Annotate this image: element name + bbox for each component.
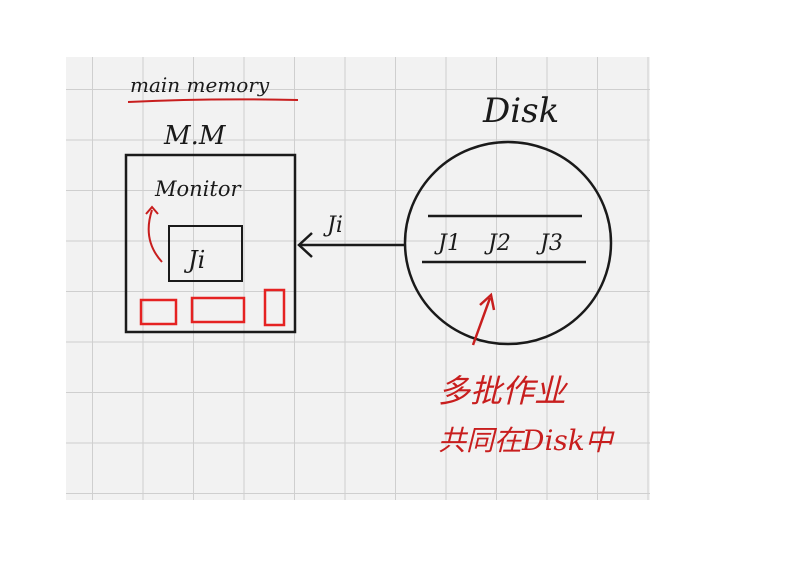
job-box bbox=[168, 225, 243, 282]
job-1-label: J1 bbox=[434, 231, 461, 256]
diagram: main memory M.M Monitor Ji Ji Disk J1 J2… bbox=[124, 73, 615, 457]
partition-1 bbox=[139, 298, 178, 326]
partition-3 bbox=[263, 288, 286, 327]
main-memory-underline bbox=[127, 98, 299, 103]
partition-2 bbox=[190, 296, 246, 324]
monitor-label: Monitor bbox=[154, 177, 242, 201]
job-in-memory-label: Ji bbox=[183, 246, 205, 274]
transfer-job-label: Ji bbox=[323, 213, 343, 238]
red-up-arrow bbox=[147, 209, 163, 263]
disk-label: Disk bbox=[482, 91, 559, 131]
note-line-2: 共同在Disk中 bbox=[438, 424, 615, 457]
main-memory-label: main memory bbox=[130, 73, 270, 97]
note-line-1: 多批作业 bbox=[438, 372, 569, 410]
mm-label: M.M bbox=[163, 121, 227, 151]
job-2-label: J2 bbox=[484, 231, 511, 256]
job-3-label: J3 bbox=[536, 231, 563, 256]
